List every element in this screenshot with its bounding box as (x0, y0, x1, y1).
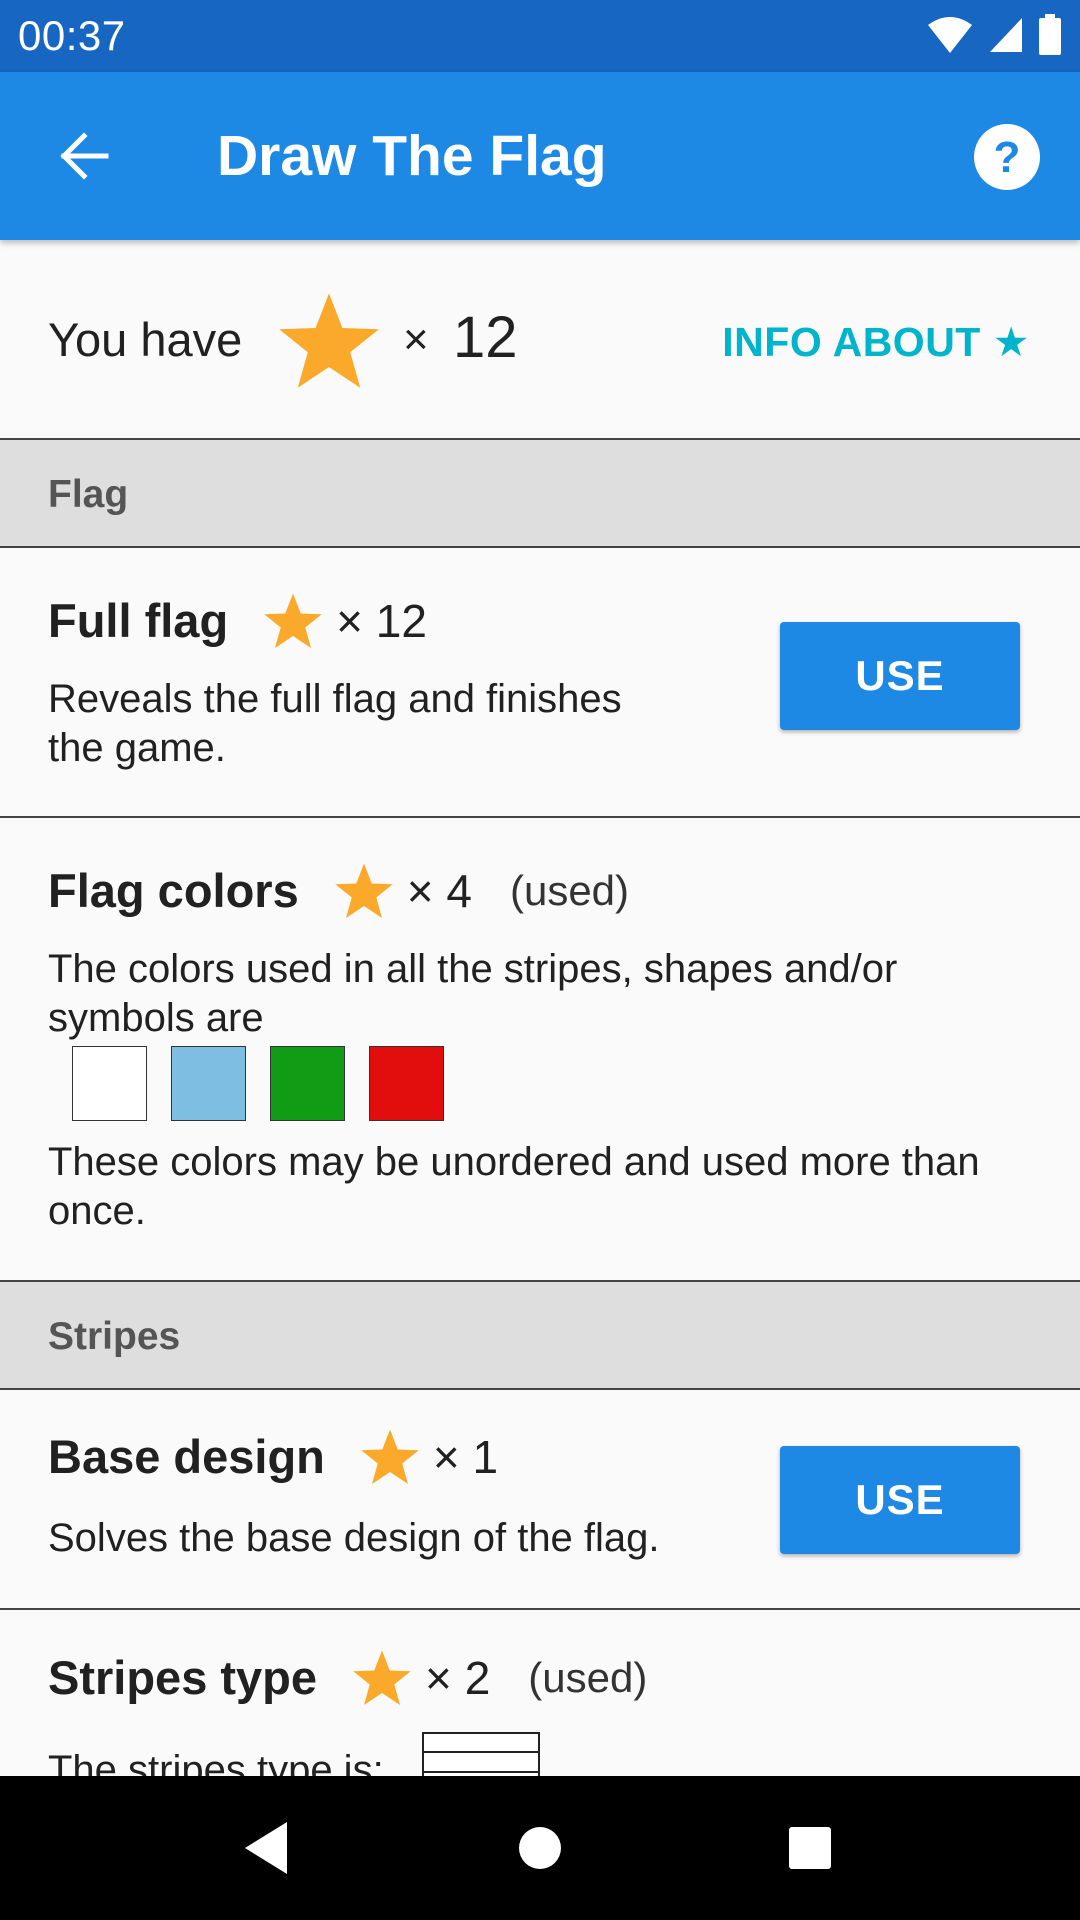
nav-back-button[interactable] (230, 1812, 302, 1884)
hint-description: The colors used in all the stripes, shap… (48, 947, 898, 1040)
screen: 00:37 Draw The Flag ? You have × 12 INFO… (0, 0, 1080, 1920)
star-icon (264, 593, 322, 648)
wifi-icon (928, 17, 972, 53)
svg-text:?: ? (994, 133, 1021, 182)
hints-list[interactable]: You have × 12 INFO ABOUT ★ Flag Full fla… (0, 240, 1080, 1776)
status-icons (926, 14, 1062, 56)
square-recents-icon (789, 1827, 831, 1869)
hint-cost: × 12 (336, 595, 427, 647)
hint-title-row: Stripes type × 2 (used) (48, 1648, 647, 1708)
arrow-back-icon (60, 132, 109, 180)
circle-home-icon (519, 1827, 561, 1869)
hint-stripes-type: Stripes type × 2 (used) The stripes type… (0, 1610, 1080, 1776)
triangle-back-icon (245, 1822, 287, 1874)
use-full-flag-button[interactable]: USE (780, 622, 1020, 730)
section-header-stripes: Stripes (0, 1282, 1080, 1390)
hint-title-row: Flag colors × 4 (used) (48, 861, 629, 921)
color-swatch (270, 1046, 345, 1121)
hint-title-row: Base design × 1 (48, 1427, 498, 1487)
status-bar: 00:37 (0, 0, 1080, 72)
color-swatch (369, 1046, 444, 1121)
hint-title: Full flag (48, 594, 229, 647)
hint-title: Stripes type (48, 1651, 318, 1704)
info-about-stars-link[interactable]: INFO ABOUT ★ (722, 318, 1030, 366)
stars-label: You have (48, 313, 243, 366)
navigation-bar (0, 1776, 1080, 1920)
color-swatch (72, 1046, 147, 1121)
hint-full-flag: Full flag × 12 Reveals the full flag and… (0, 548, 1080, 818)
section-header-flag: Flag (0, 440, 1080, 548)
hint-base-design: Base design × 1 Solves the base design o… (0, 1390, 1080, 1610)
stars-count: 12 (453, 305, 518, 370)
hint-description: Reveals the full flag and finishes the g… (48, 677, 622, 770)
stars-times: × (403, 315, 429, 364)
hint-title: Base design (48, 1430, 325, 1483)
hint-used-badge: (used) (528, 1654, 648, 1701)
hint-description: Solves the base design of the flag. (48, 1516, 660, 1560)
section-title: Flag (48, 473, 129, 516)
use-base-design-button[interactable]: USE (780, 1446, 1020, 1554)
hint-flag-colors: Flag colors × 4 (used) The colors used i… (0, 818, 1080, 1282)
hint-cost: × 1 (432, 1431, 499, 1483)
star-icon (361, 1429, 419, 1484)
stripes-type-preview (422, 1732, 540, 1776)
section-title: Stripes (48, 1315, 181, 1358)
hint-description: The stripes type is: (48, 1748, 384, 1776)
star-icon (353, 1650, 411, 1705)
hint-used-badge: (used) (509, 867, 630, 914)
help-icon: ? (974, 124, 1040, 190)
status-time: 00:37 (18, 12, 126, 59)
color-swatches (72, 1046, 444, 1121)
colors-note: These colors may be unordered and used m… (48, 1140, 980, 1233)
color-swatch (171, 1046, 246, 1121)
star-icon (279, 293, 379, 388)
hint-cost: × 4 (406, 865, 472, 917)
app-bar: Draw The Flag ? (0, 72, 1080, 240)
hint-cost: × 2 (425, 1652, 491, 1704)
battery-icon (1039, 14, 1061, 55)
back-button[interactable] (42, 114, 126, 198)
app-title: Draw The Flag (217, 124, 607, 188)
hint-title: Flag colors (48, 864, 299, 917)
signal-icon (990, 18, 1022, 52)
stars-balance: You have × 12 INFO ABOUT ★ (0, 240, 1080, 440)
help-button[interactable]: ? (972, 122, 1042, 192)
nav-home-button[interactable] (504, 1812, 576, 1884)
nav-recents-button[interactable] (774, 1812, 846, 1884)
hint-title-row: Full flag × 12 (48, 591, 427, 651)
star-icon (334, 863, 393, 918)
